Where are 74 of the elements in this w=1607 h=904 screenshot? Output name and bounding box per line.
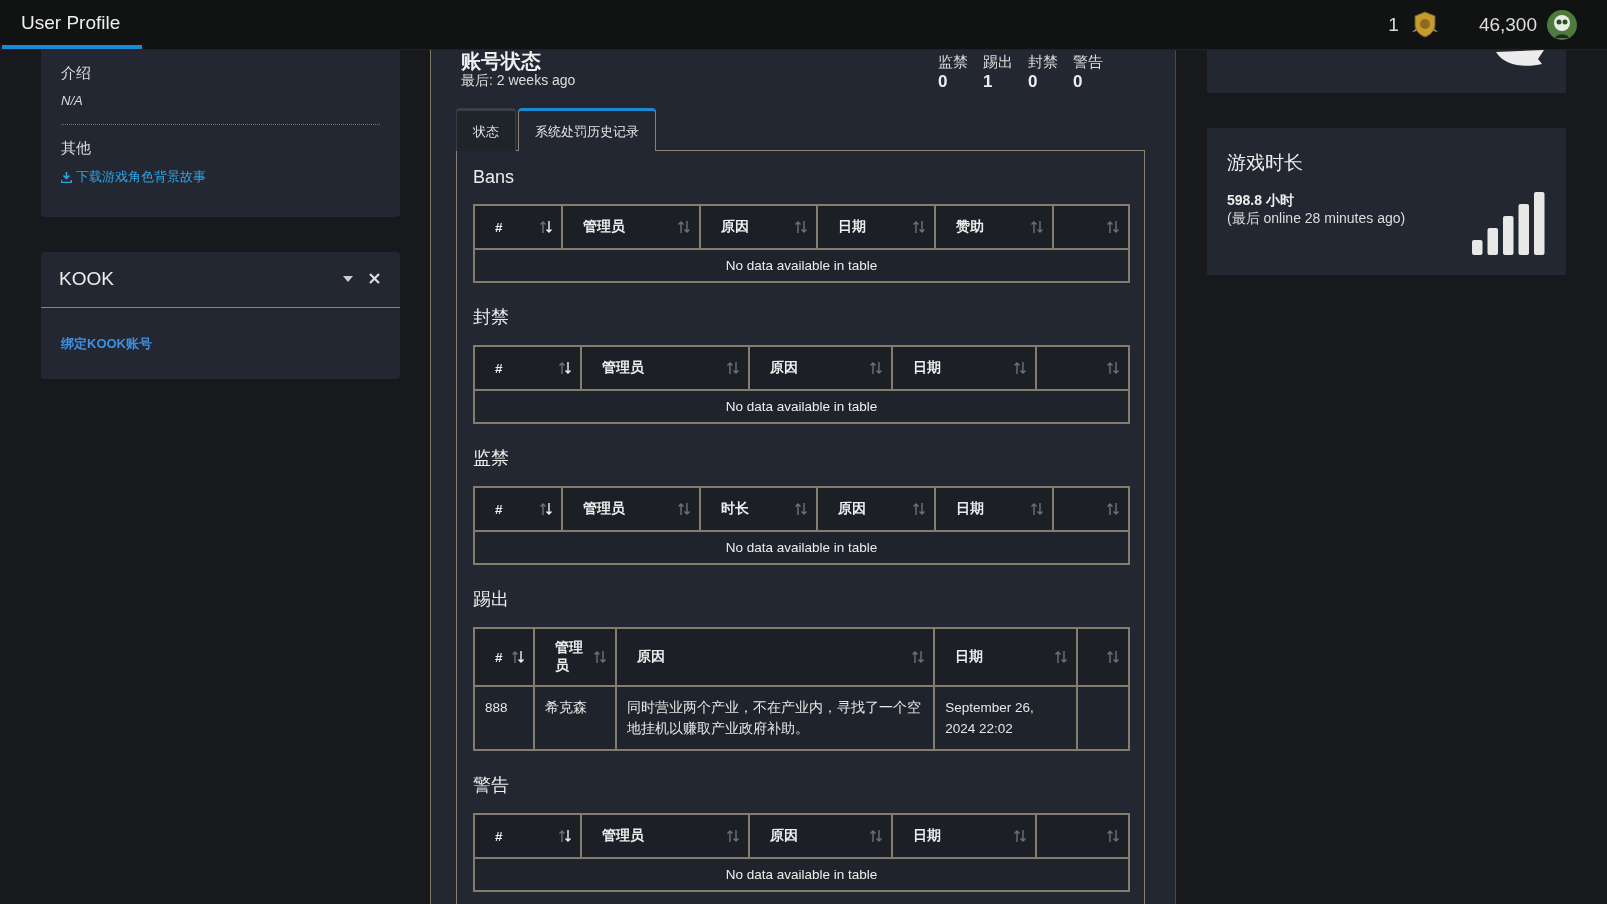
counter-value: 0 xyxy=(1028,72,1039,92)
column-header[interactable]: 管理员 xyxy=(533,628,616,686)
download-icon xyxy=(61,171,72,183)
table-cell: 888 xyxy=(474,686,534,750)
column-header[interactable]: 原因 xyxy=(749,814,893,858)
counter-value: 1 xyxy=(983,72,994,92)
badge-count: 1 xyxy=(1388,13,1399,36)
column-header[interactable]: 日期 xyxy=(817,205,935,249)
column-header[interactable]: # xyxy=(474,814,581,858)
column-header[interactable]: # xyxy=(474,205,562,249)
bar-graph-icon xyxy=(1472,192,1546,255)
empty-message: No data available in table xyxy=(474,390,1129,423)
column-header[interactable]: 原因 xyxy=(615,628,935,686)
column-header[interactable]: # xyxy=(474,346,581,390)
column-header[interactable]: 管理员 xyxy=(580,814,750,858)
close-icon[interactable] xyxy=(369,273,380,284)
column-header[interactable]: 赞助 xyxy=(934,205,1053,249)
sort-icon[interactable] xyxy=(538,502,553,516)
empty-message: No data available in table xyxy=(474,249,1129,282)
table-cell: 同时营业两个产业，不在产业内，寻找了一个空地挂机以赚取产业政府补助。 xyxy=(615,686,935,750)
sort-icon[interactable] xyxy=(557,361,572,375)
column-header[interactable] xyxy=(1052,205,1129,249)
table-title: 监禁 xyxy=(473,447,510,470)
counter-label: 监禁 xyxy=(938,53,968,72)
column-header[interactable]: 日期 xyxy=(934,487,1053,531)
table-cell: 希克森 xyxy=(533,686,616,750)
table-title: 警告 xyxy=(473,774,510,797)
playtime-hours: 598.8 小时 xyxy=(1227,192,1295,210)
last-online: (最后 online 28 minutes ago) xyxy=(1227,210,1406,228)
column-header[interactable]: 管理员 xyxy=(561,205,700,249)
section-title: 账号状态 xyxy=(461,50,542,72)
column-header[interactable]: # xyxy=(474,628,534,686)
download-link[interactable]: 下载游戏角色背景故事 xyxy=(61,168,206,186)
column-header[interactable] xyxy=(1035,346,1129,390)
column-header[interactable] xyxy=(1076,628,1129,686)
panel-title: KOOK xyxy=(59,267,114,290)
counter-label: 警告 xyxy=(1073,53,1103,72)
bind-link[interactable]: 绑定KOOK账号 xyxy=(61,334,152,353)
card-title: 游戏时长 xyxy=(1227,151,1304,175)
column-header[interactable]: # xyxy=(474,487,562,531)
sort-icon[interactable] xyxy=(557,829,572,843)
table-cell xyxy=(1076,686,1129,750)
table-title: 踢出 xyxy=(473,588,510,611)
counter-label: 封禁 xyxy=(1028,53,1058,72)
intro-label: 介绍 xyxy=(61,64,92,83)
sort-icon[interactable] xyxy=(510,650,525,664)
counter-value: 0 xyxy=(938,72,949,92)
column-header[interactable]: 日期 xyxy=(934,628,1077,686)
column-header[interactable]: 原因 xyxy=(817,487,935,531)
empty-message: No data available in table xyxy=(474,531,1129,564)
column-header[interactable]: 日期 xyxy=(892,346,1036,390)
column-header[interactable]: 日期 xyxy=(892,814,1036,858)
last-updated: 最后: 2 weeks ago xyxy=(461,72,576,90)
column-header[interactable]: 时长 xyxy=(699,487,818,531)
intro-value: N/A xyxy=(61,93,84,108)
avatar-icon[interactable] xyxy=(1547,9,1577,40)
sort-icon[interactable] xyxy=(538,220,553,234)
counter-value: 0 xyxy=(1073,72,1084,92)
tab[interactable]: 系统处罚历史记录 xyxy=(518,108,656,151)
column-header[interactable]: 原因 xyxy=(749,346,893,390)
counter-label: 踢出 xyxy=(983,53,1013,72)
caret-icon[interactable] xyxy=(343,275,353,282)
empty-message: No data available in table xyxy=(474,858,1129,891)
table-cell: September 26, 2024 22:02 xyxy=(934,686,1077,750)
points-count: 46,300 xyxy=(1478,13,1537,36)
table-title: 封禁 xyxy=(473,306,510,329)
column-header[interactable]: 原因 xyxy=(699,205,818,249)
column-header[interactable]: 管理员 xyxy=(561,487,700,531)
column-header[interactable] xyxy=(1052,487,1129,531)
tab[interactable]: 状态 xyxy=(456,108,516,151)
other-label: 其他 xyxy=(61,139,92,158)
table-title: Bans xyxy=(473,167,516,188)
column-header[interactable] xyxy=(1035,814,1129,858)
column-header[interactable]: 管理员 xyxy=(580,346,750,390)
